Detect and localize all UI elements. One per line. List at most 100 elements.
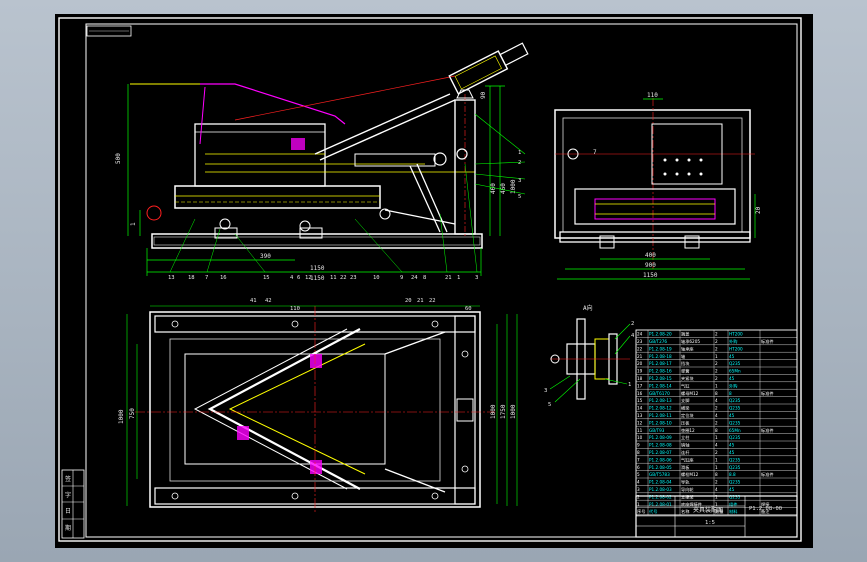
parts-table-cell-no: 16 [637, 391, 643, 396]
parts-table-cell-name: 支撑架 [681, 493, 694, 500]
parts-table-cell-code: P1.2.08-13 [649, 398, 672, 403]
plan-view: 41 42 110 20 21 22 60 1000 750 1000 1750… [118, 298, 518, 514]
front-dim-bottom-2: 1150 [310, 275, 325, 282]
parts-table-cell-material: Q235 [729, 406, 741, 411]
parts-list-table: 24 P1.2.08-20 端盖 2 HT20023 GB/T276 轴承6205 2 外购 标准… [635, 329, 798, 516]
parts-table-cell-no: 15 [637, 398, 643, 403]
parts-table-cell-material: Q235 [729, 465, 741, 470]
side-dim-bottom-1: 900 [645, 262, 656, 269]
front-dim-left-1: 1 [130, 222, 137, 226]
front-right-balloon: 2 [518, 160, 521, 166]
parts-table-cell-no: 5 [637, 472, 640, 477]
parts-table-cell-code: GB/T93 [649, 428, 665, 433]
parts-table-cell-qty: 1 [715, 435, 718, 440]
parts-table-cell-name: 轴承座 [681, 345, 694, 352]
parts-table-cell-material: Q235 [729, 420, 741, 425]
detail-balloon: 4 [631, 333, 635, 339]
parts-table-cell-code: P1.2.08-20 [649, 332, 672, 337]
front-balloon: 18 [188, 275, 195, 281]
parts-table-cell-qty: 2 [715, 420, 718, 425]
parts-table-cell-material: Q235 [729, 494, 741, 499]
front-dim-bottom-1: 1150 [310, 265, 325, 272]
parts-table-cell-no: 3 [637, 487, 640, 492]
front-balloon: 24 [411, 275, 418, 281]
cad-viewport: 签 字 日 期 500 1 90 460 460 1000 390 1150 1… [55, 14, 813, 548]
title-block-drawing-no: P1.2.08-00 [749, 506, 782, 512]
front-balloon: 3 [475, 275, 478, 281]
parts-table-cell-material: Q235 [729, 457, 741, 462]
parts-table-cell-remark: 标准件 [761, 471, 774, 478]
parts-table-cell-material: 组件 [729, 501, 737, 508]
parts-table-cell-no: 8 [637, 450, 640, 455]
parts-table-cell-qty: 2 [715, 369, 718, 374]
parts-table-cell-qty: 1 [715, 383, 718, 388]
front-balloon: 7 [205, 275, 208, 281]
parts-table-cell-name: 横梁 [681, 405, 690, 412]
parts-table-cell-code: P1.2.08-09 [649, 435, 672, 440]
parts-table-cell-no: 24 [637, 332, 643, 337]
title-block-name: 夹具装配图 [693, 506, 723, 514]
parts-table-cell-qty: 8 [715, 428, 718, 433]
parts-table-cell-no: 7 [637, 457, 640, 462]
parts-table-cell-material: 45 [729, 487, 735, 492]
parts-table-cell-code: P1.2.08-15 [649, 376, 672, 381]
parts-table-cell-code: GB/T6170 [649, 391, 670, 396]
front-balloon: 4 [290, 275, 294, 281]
plan-dim-top-3: 20 [405, 298, 412, 304]
parts-table-cell-material: 外购 [729, 382, 737, 389]
parts-table-cell-code: P1.2.08-11 [649, 413, 672, 418]
front-balloons: 13 18 7 16 15 4 6 12 11 22 23 10 9 24 8 … [168, 163, 478, 281]
parts-table-cell-code: P1.2.08-04 [649, 480, 672, 485]
parts-table-cell-remark: 标准件 [761, 427, 774, 434]
parts-table-cell-name: 螺栓M12 [681, 471, 699, 478]
parts-table-cell-material: HT200 [729, 332, 743, 337]
parts-table-cell-code: P1.2.08-06 [649, 457, 672, 462]
parts-table-cell-no: 10 [637, 435, 643, 440]
detail-view-a: A向 2 4 3 1 5 [544, 304, 635, 408]
parts-table-cell-name: 垫圈12 [681, 427, 695, 434]
plan-dim-left-0: 1000 [118, 409, 125, 424]
parts-table-cell-no: 9 [637, 443, 640, 448]
left-block-cell-0: 签 [65, 475, 71, 483]
side-dim-bottom-0: 400 [645, 252, 656, 259]
front-balloon: 8 [423, 275, 426, 281]
parts-table-cell-code: P1.2.08-19 [649, 346, 672, 351]
plan-dim-top-6: 60 [465, 306, 472, 312]
parts-table-cell-material: Q235 [729, 480, 741, 485]
side-dim-bottom-2: 1150 [643, 272, 658, 279]
parts-table-cell-remark: 标准件 [761, 338, 774, 345]
parts-table-cell-qty: 2 [715, 339, 718, 344]
parts-table-cell-name: 导向轮 [681, 486, 694, 493]
parts-table-cell-qty: 4 [715, 443, 718, 448]
front-right-balloon: 1 [518, 150, 521, 156]
left-signature-block: 签 字 日 期 [61, 469, 85, 539]
parts-table-cell-name: 连杆 [681, 449, 690, 456]
parts-table-cell-no: 6 [637, 465, 640, 470]
parts-table-cell-remark: 标准件 [761, 390, 774, 397]
parts-table-header-no: 序号 [637, 508, 645, 515]
parts-table-cell-qty: 2 [715, 450, 718, 455]
parts-table-cell-qty: 1 [715, 457, 718, 462]
parts-table-cell-name: 轴承6205 [681, 338, 700, 345]
parts-table-cell-code: P1.2.08-08 [649, 443, 672, 448]
parts-table-cell-name: 滑板 [681, 464, 690, 471]
parts-table-cell-code: P1.2.08-14 [649, 383, 672, 388]
side-dim-top-1: 7 [593, 149, 597, 156]
parts-table-cell-code: P1.2.08-17 [649, 361, 672, 366]
parts-table-cell-qty: 4 [715, 398, 718, 403]
plan-dim-right-1: 1750 [500, 404, 507, 419]
parts-table-header-code: 代号 [649, 508, 657, 515]
detail-balloon: 3 [544, 388, 547, 394]
parts-table-cell-qty: 1 [715, 354, 718, 359]
front-balloon: 13 [168, 275, 175, 281]
parts-table-cell-material: HT200 [729, 346, 743, 351]
front-dim-right-2: 460 [500, 183, 507, 194]
plan-dim-top-5: 22 [429, 298, 436, 304]
parts-table-cell-material: 45 [729, 450, 735, 455]
plan-dim-right-2: 1000 [510, 404, 517, 419]
parts-table-cell-material: 45 [729, 376, 735, 381]
left-block-cell-2: 日 [65, 508, 71, 515]
parts-table-cell-name: 气缸 [681, 382, 690, 388]
parts-table-cell-no: 20 [637, 361, 643, 366]
parts-table-cell-name: 端盖 [681, 331, 689, 338]
